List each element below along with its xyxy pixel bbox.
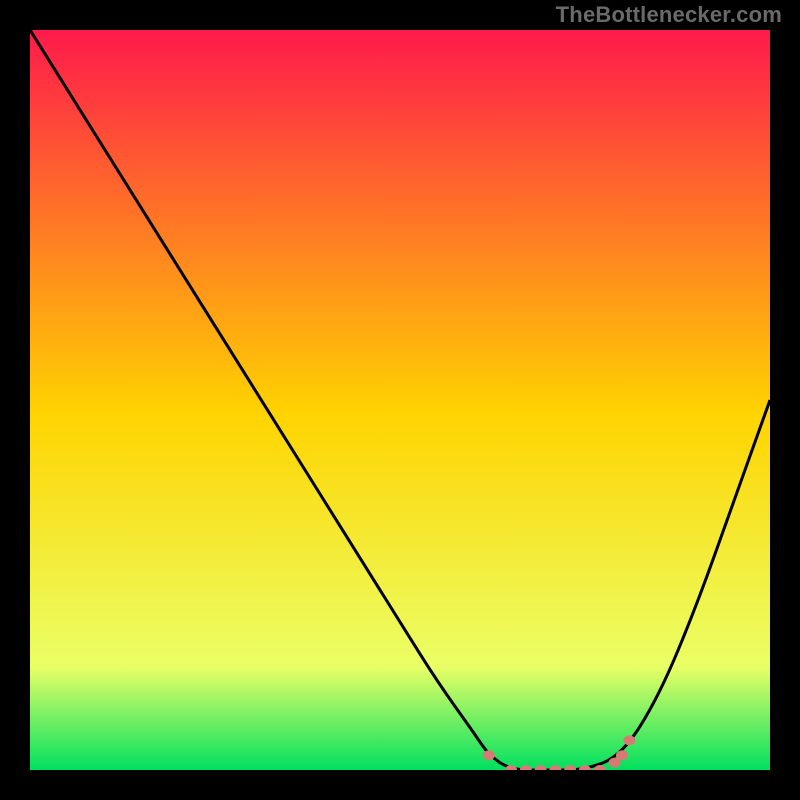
range-marker [616, 750, 628, 760]
range-marker [623, 735, 635, 745]
range-marker [483, 750, 495, 760]
gradient-background [30, 30, 770, 770]
attribution-text: TheBottlenecker.com [556, 2, 782, 28]
plot-area [30, 30, 770, 770]
bottleneck-chart [30, 30, 770, 770]
chart-frame: TheBottlenecker.com [0, 0, 800, 800]
